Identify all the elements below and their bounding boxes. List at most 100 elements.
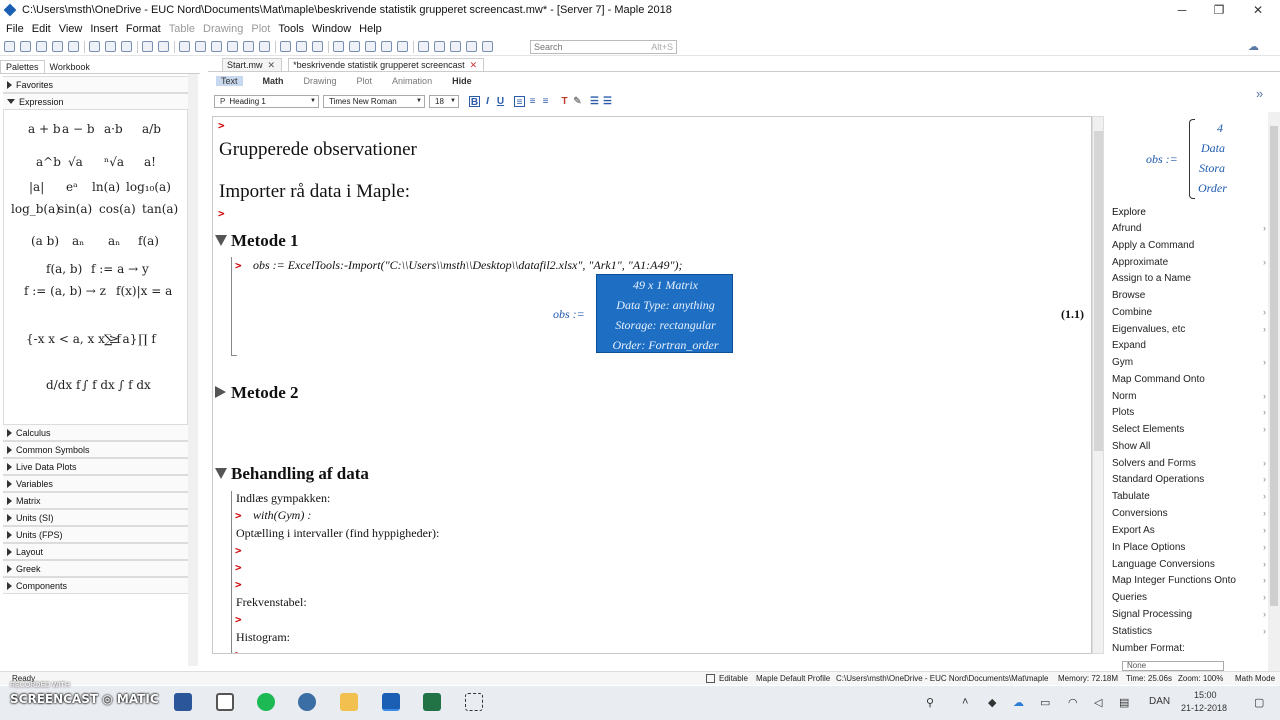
expr-difference[interactable]: a − b: [62, 122, 95, 136]
expr-product-operator[interactable]: ∏ f: [138, 332, 156, 346]
open-icon[interactable]: [20, 41, 31, 52]
palette-favorites[interactable]: Favorites: [3, 76, 188, 93]
context-item[interactable]: Standard Operations ›: [1112, 474, 1268, 485]
palette-units-si[interactable]: Units (SI): [3, 509, 188, 526]
text-frequency-table[interactable]: Frekvenstabel:: [236, 595, 307, 610]
paste-icon[interactable]: [121, 41, 132, 52]
help-icon[interactable]: [482, 41, 493, 52]
doc-title-heading[interactable]: Grupperede observationer: [219, 139, 417, 161]
globe-icon[interactable]: [298, 693, 316, 711]
expr-power[interactable]: a^b: [36, 155, 61, 169]
expr-product[interactable]: a·b: [104, 122, 123, 136]
align-right-icon[interactable]: ≡: [540, 96, 551, 107]
home-icon[interactable]: [296, 41, 307, 52]
execution-prompt[interactable]: >: [235, 613, 242, 626]
tab-start[interactable]: Start.mw ✕: [222, 58, 283, 71]
execution-prompt[interactable]: >: [235, 648, 242, 653]
expr-factorial[interactable]: a!: [144, 155, 156, 169]
zoom-in-icon[interactable]: [418, 41, 429, 52]
zoom-icon[interactable]: [450, 41, 461, 52]
section-collapse-icon[interactable]: [215, 235, 227, 246]
context-item[interactable]: Apply a Command: [1112, 240, 1268, 251]
underline-icon[interactable]: U: [495, 96, 506, 107]
tab-workbook[interactable]: Workbook: [45, 61, 95, 73]
expr-evaluate-at[interactable]: f(x)|x = a: [116, 284, 172, 298]
palette-live-data-plots[interactable]: Live Data Plots: [3, 458, 188, 475]
mode-plot[interactable]: Plot: [357, 76, 373, 86]
expr-exp[interactable]: eᵃ: [66, 180, 78, 194]
menu-edit[interactable]: Edit: [28, 23, 55, 35]
maximize-button[interactable]: ❐: [1199, 0, 1239, 20]
section-behandling[interactable]: Behandling af data: [231, 464, 369, 484]
numbered-list-icon[interactable]: ☰: [602, 96, 613, 107]
menu-window[interactable]: Window: [308, 23, 355, 35]
align-left-icon[interactable]: ≡: [514, 95, 525, 108]
back-icon[interactable]: [280, 41, 291, 52]
insert-math-icon[interactable]: [179, 41, 190, 52]
collapse-panel-icon[interactable]: »: [1256, 86, 1263, 101]
document-horizontal-scrollbar[interactable]: [212, 655, 1092, 667]
expr-summation[interactable]: ∑ f: [104, 332, 121, 346]
debug-icon[interactable]: [365, 41, 376, 52]
insert-prompt-icon[interactable]: [211, 41, 222, 52]
text-color-icon[interactable]: T: [559, 96, 570, 107]
expr-log10[interactable]: log₁₀(a): [126, 180, 171, 194]
expr-ln[interactable]: ln(a): [92, 180, 120, 194]
context-item[interactable]: Approximate ›: [1112, 257, 1268, 268]
text-counting[interactable]: Optælling i intervaller (find hyppighede…: [236, 526, 439, 541]
chevron-up-icon[interactable]: ˄: [962, 696, 968, 708]
insert-section-icon[interactable]: [227, 41, 238, 52]
context-item[interactable]: Export As ›: [1112, 525, 1268, 536]
snip-icon[interactable]: [216, 693, 234, 711]
execution-prompt[interactable]: >: [235, 544, 242, 557]
execution-prompt[interactable]: >: [235, 578, 242, 591]
with-gym-command[interactable]: with(Gym) :: [253, 508, 311, 523]
mode-animation[interactable]: Animation: [392, 76, 432, 86]
import-command[interactable]: obs := ExcelTools:-Import("C:\\Users\\ms…: [253, 258, 683, 273]
expr-function[interactable]: f(a): [138, 234, 159, 248]
clock-date[interactable]: 21-12-2018: [1181, 703, 1227, 713]
context-item[interactable]: Plots ›: [1112, 407, 1268, 418]
mode-hide[interactable]: Hide: [452, 76, 472, 86]
expr-fraction[interactable]: a/b: [142, 122, 161, 136]
save-all-icon[interactable]: [52, 41, 63, 52]
tab-palettes[interactable]: Palettes: [0, 60, 45, 73]
expr-sin[interactable]: sin(a): [58, 202, 92, 216]
context-item[interactable]: Browse: [1112, 290, 1268, 301]
word-icon[interactable]: [174, 693, 192, 711]
palette-components[interactable]: Components: [3, 577, 188, 594]
dropbox-icon[interactable]: ◆: [988, 696, 996, 709]
tab-screencast[interactable]: *beskrivende statistik grupperet screenc…: [288, 58, 485, 71]
section-metode-1[interactable]: Metode 1: [231, 231, 299, 251]
style-select[interactable]: P Heading 1 ▼: [214, 94, 319, 108]
menu-insert[interactable]: Insert: [86, 23, 122, 35]
section-expand-icon[interactable]: [215, 386, 226, 398]
menu-view[interactable]: View: [55, 23, 87, 35]
bullet-list-icon[interactable]: ☰: [589, 96, 600, 107]
expr-sum[interactable]: a + b: [28, 122, 61, 136]
menu-help[interactable]: Help: [355, 23, 386, 35]
expr-arrow-function-2[interactable]: f := (a, b) → z: [24, 284, 106, 298]
context-item[interactable]: Afrund ›: [1112, 223, 1268, 234]
menu-plot[interactable]: Plot: [247, 23, 274, 35]
expr-derivative[interactable]: d/dx f: [46, 378, 80, 392]
context-item[interactable]: Statistics ›: [1112, 626, 1268, 637]
screen-capture-icon[interactable]: [465, 693, 483, 711]
execution-prompt[interactable]: >: [235, 509, 242, 522]
onedrive-icon[interactable]: ☁: [1013, 696, 1024, 709]
people-icon[interactable]: ⚲: [926, 696, 934, 709]
expr-arrow-function[interactable]: f := a → y: [91, 262, 149, 276]
execution-prompt[interactable]: >: [218, 207, 225, 220]
language-indicator[interactable]: DAN: [1149, 696, 1170, 707]
italic-icon[interactable]: I: [482, 96, 493, 107]
font-select[interactable]: Times New Roman ▼: [323, 94, 425, 108]
menu-tools[interactable]: Tools: [274, 23, 308, 35]
context-item[interactable]: Gym ›: [1112, 357, 1268, 368]
clock-time[interactable]: 15:00: [1194, 690, 1217, 700]
search-input[interactable]: [534, 42, 634, 52]
zoom-out-icon[interactable]: [434, 41, 445, 52]
close-button[interactable]: ✕: [1238, 0, 1278, 20]
text-load-package[interactable]: Indlæs gympakken:: [236, 491, 330, 506]
context-item[interactable]: In Place Options ›: [1112, 542, 1268, 553]
cloud-icon[interactable]: ☁: [1248, 40, 1259, 53]
